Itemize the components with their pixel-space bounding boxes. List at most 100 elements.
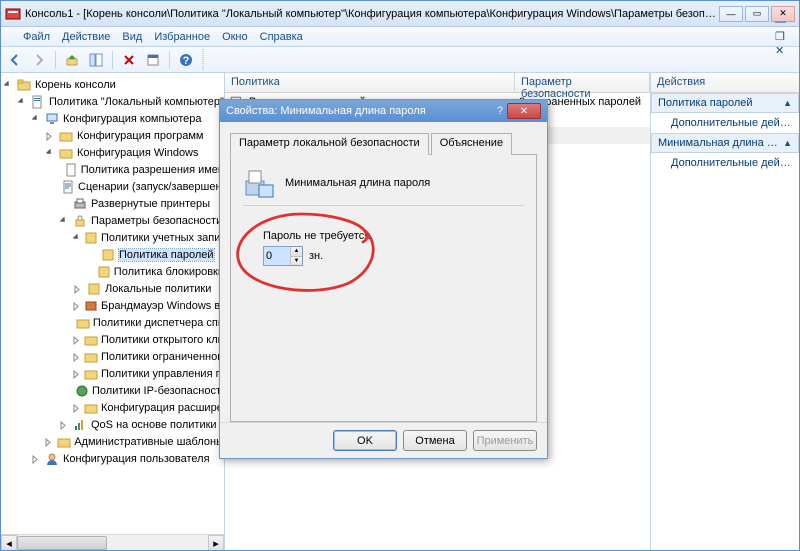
tab-local-security-setting[interactable]: Параметр локальной безопасности	[230, 133, 429, 155]
tree-software-config[interactable]: Конфигурация программ	[3, 128, 224, 144]
scroll-right-button[interactable]: ▸	[208, 535, 224, 550]
tree-firewall[interactable]: Брандмауэр Windows в ре	[3, 298, 224, 314]
spin-down-button[interactable]: ▼	[290, 257, 302, 266]
tree-windows-config[interactable]: Конфигурация Windows	[3, 145, 224, 161]
spin-up-button[interactable]: ▲	[290, 247, 302, 257]
folder-icon	[84, 366, 98, 382]
printer-icon	[72, 196, 88, 212]
app-icon	[5, 6, 21, 22]
tree-user-config[interactable]: Конфигурация пользователя	[3, 451, 224, 467]
actions-group-password-policy[interactable]: Политика паролей▲	[651, 93, 799, 113]
tree-local-policies[interactable]: Локальные политики	[3, 281, 224, 297]
book-icon	[84, 230, 98, 246]
folder-icon	[76, 315, 90, 331]
firewall-icon	[84, 298, 98, 314]
child-restore-button[interactable]: ❐	[775, 30, 795, 44]
svg-text:?: ?	[183, 55, 190, 67]
delete-button[interactable]	[119, 50, 139, 70]
menu-window[interactable]: Окно	[222, 31, 248, 43]
ok-button[interactable]: OK	[333, 430, 397, 451]
policy-icon	[30, 94, 46, 110]
tree-qos[interactable]: QoS на основе политики	[3, 417, 224, 433]
tree-root[interactable]: Корень консоли	[3, 77, 224, 93]
dialog-tabs: Параметр локальной безопасности Объяснен…	[230, 132, 537, 154]
menu-action[interactable]: Действие	[62, 31, 110, 43]
mmc-window: Консоль1 - [Корень консоли\Политика "Лок…	[0, 0, 800, 551]
actions-more-2[interactable]: Дополнительные дейс...	[651, 153, 799, 173]
tree-appcontrol[interactable]: Политики управления при	[3, 366, 224, 382]
menubar: Файл Действие Вид Избранное Окно Справка…	[1, 27, 799, 47]
actions-pane: Действия Политика паролей▲ Дополнительны…	[651, 73, 799, 550]
min-length-input[interactable]	[264, 247, 290, 265]
folder-icon	[84, 349, 98, 365]
min-length-spinner[interactable]: ▲ ▼	[263, 246, 303, 266]
policy-large-icon	[243, 167, 275, 199]
tree-hscrollbar[interactable]: ◂ ▸	[1, 534, 224, 550]
folder-icon	[84, 332, 98, 348]
actions-group-min-length[interactable]: Минимальная длина пароля▲	[651, 133, 799, 153]
doc-icon	[64, 162, 78, 178]
actions-header: Действия	[651, 73, 799, 93]
actions-more-1[interactable]: Дополнительные дейс...	[651, 113, 799, 133]
properties-dialog: Свойства: Минимальная длина пароля ? ✕ П…	[219, 99, 548, 459]
col-security-setting[interactable]: Параметр безопасности	[515, 73, 650, 92]
tree-password-policy[interactable]: Политика паролей	[3, 247, 224, 263]
forward-button[interactable]	[29, 50, 49, 70]
window-title: Консоль1 - [Корень консоли\Политика "Лок…	[25, 8, 719, 20]
tree-deployed-printers[interactable]: Развернутые принтеры	[3, 196, 224, 212]
collapse-icon: ▲	[783, 98, 792, 108]
properties-button[interactable]	[143, 50, 163, 70]
child-close-button[interactable]: ✕	[775, 44, 795, 58]
tree-security-settings[interactable]: Параметры безопасности	[3, 213, 224, 229]
folder-icon	[16, 77, 32, 93]
book-icon	[86, 281, 102, 297]
tree-account-policies[interactable]: Политики учетных записей	[3, 230, 224, 246]
col-policy[interactable]: Политика	[225, 73, 515, 92]
menu-view[interactable]: Вид	[122, 31, 142, 43]
dialog-title: Свойства: Минимальная длина пароля	[226, 105, 497, 117]
tree-lockout-policy[interactable]: Политика блокировки	[3, 264, 224, 280]
help-icon[interactable]: ?	[497, 105, 503, 117]
tree-computer-config[interactable]: Конфигурация компьютера	[3, 111, 224, 127]
menu-help[interactable]: Справка	[260, 31, 303, 43]
scroll-left-button[interactable]: ◂	[1, 535, 17, 550]
menu-file[interactable]: Файл	[23, 31, 50, 43]
child-minimize-button[interactable]: ―	[775, 16, 795, 30]
menu-favorites[interactable]: Избранное	[154, 31, 210, 43]
qos-icon	[72, 417, 88, 433]
tree-name-resolution[interactable]: Политика разрешения имен	[3, 162, 224, 178]
cancel-button[interactable]: Отмена	[403, 430, 467, 451]
help-button[interactable]: ?	[176, 50, 196, 70]
tree-admin-templates[interactable]: Административные шаблоны	[3, 434, 224, 450]
collapse-icon: ▲	[783, 138, 792, 148]
toolbar: ?	[1, 47, 799, 73]
apply-button[interactable]: Применить	[473, 430, 537, 451]
ipsec-icon	[75, 383, 89, 399]
minimize-button[interactable]: ―	[719, 6, 743, 22]
tree-restricted[interactable]: Политики ограниченного	[3, 349, 224, 365]
folder-icon	[57, 434, 71, 450]
tree-netlist[interactable]: Политики диспетчера спи	[3, 315, 224, 331]
tab-explanation[interactable]: Объяснение	[431, 133, 512, 155]
titlebar[interactable]: Консоль1 - [Корень консоли\Политика "Лок…	[1, 1, 799, 27]
folder-icon	[58, 145, 74, 161]
dialog-close-button[interactable]: ✕	[507, 103, 541, 119]
policy-name: Минимальная длина пароля	[285, 177, 430, 189]
tree-publickey[interactable]: Политики открытого клю	[3, 332, 224, 348]
maximize-button[interactable]: ▭	[745, 6, 769, 22]
tree-scripts[interactable]: Сценарии (запуск/завершение	[3, 179, 224, 195]
scroll-thumb[interactable]	[17, 536, 107, 550]
tree-local-policy[interactable]: Политика "Локальный компьютер"	[3, 94, 224, 110]
back-button[interactable]	[5, 50, 25, 70]
tree-advaudit[interactable]: Конфигурация расширенн	[3, 400, 224, 416]
unit-label: зн.	[309, 250, 323, 262]
computer-icon	[44, 111, 60, 127]
up-button[interactable]	[62, 50, 82, 70]
tree-pane[interactable]: Корень консоли Политика "Локальный компь…	[1, 73, 225, 550]
folder-icon	[84, 400, 98, 416]
dialog-titlebar[interactable]: Свойства: Минимальная длина пароля ? ✕	[220, 100, 547, 122]
column-header[interactable]: Политика Параметр безопасности	[225, 73, 650, 93]
folder-icon	[58, 128, 74, 144]
tree-ipsec[interactable]: Политики IP-безопасности	[3, 383, 224, 399]
show-hide-tree-button[interactable]	[86, 50, 106, 70]
